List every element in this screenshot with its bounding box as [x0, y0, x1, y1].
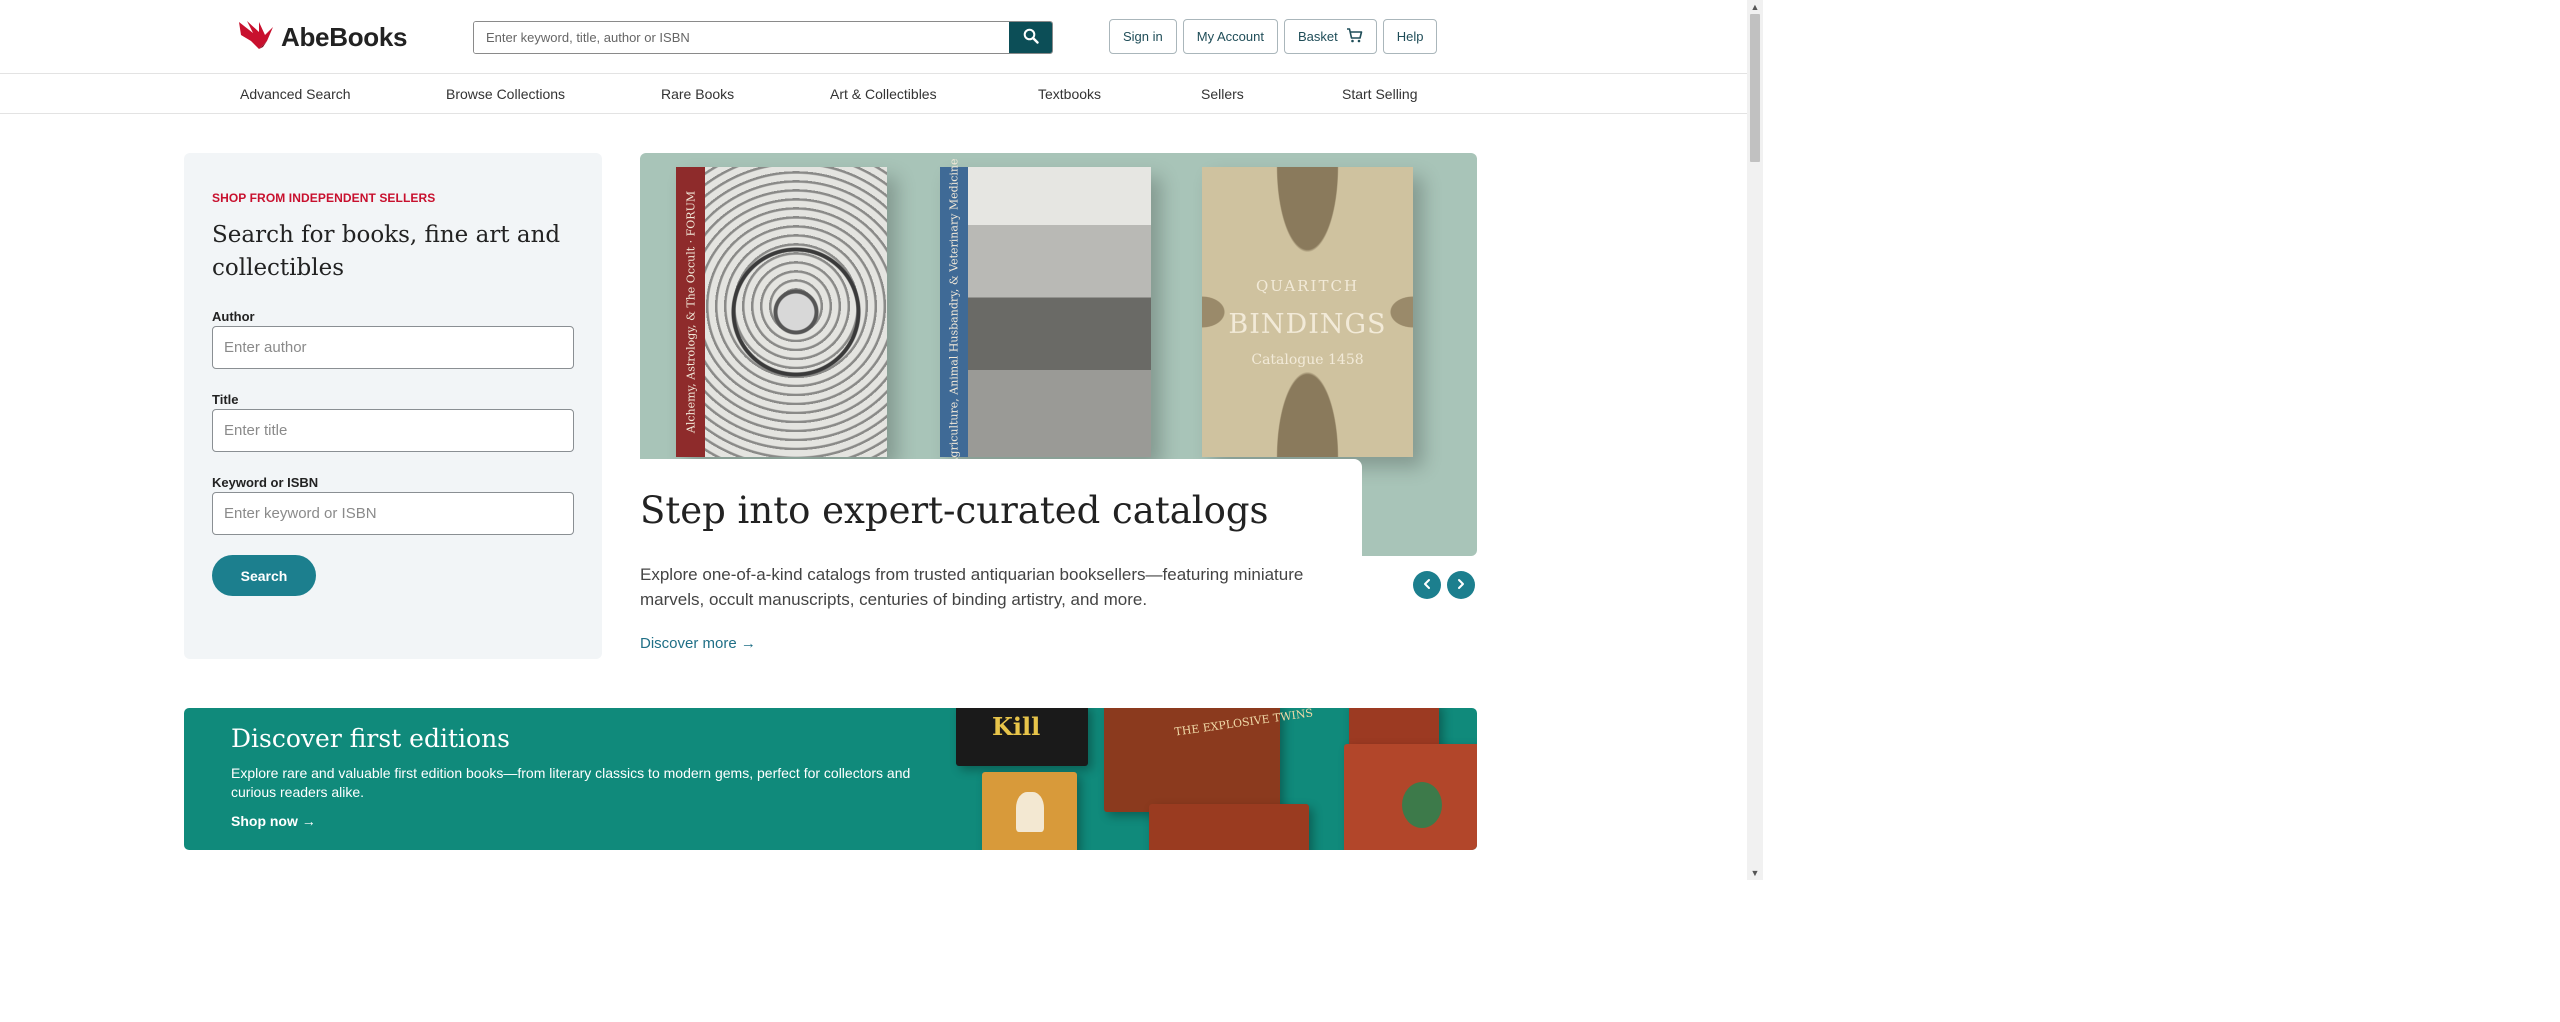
- book-spine-text: Agriculture, Animal Husbandry, & Veterin…: [947, 158, 961, 466]
- nav-browse-collections[interactable]: Browse Collections: [446, 86, 565, 102]
- author-label: Author: [212, 309, 255, 324]
- search-icon: [1023, 28, 1039, 47]
- hero-description: Explore one-of-a-kind catalogs from trus…: [640, 565, 1304, 609]
- nav-start-selling[interactable]: Start Selling: [1342, 86, 1417, 102]
- help-label: Help: [1396, 29, 1424, 44]
- author-field[interactable]: [212, 326, 574, 369]
- abebooks-logo[interactable]: AbeBooks: [237, 17, 407, 57]
- cart-icon: [1346, 27, 1363, 46]
- help-button[interactable]: Help: [1382, 19, 1438, 54]
- book-spine-text: Alchemy, Astrology, & The Occult · FORUM: [684, 190, 697, 434]
- book-spine: Agriculture, Animal Husbandry, & Veterin…: [940, 158, 968, 466]
- banner-title: Discover first editions: [231, 724, 511, 753]
- sign-in-label: Sign in: [1123, 29, 1163, 44]
- bird-logo-icon: [237, 19, 275, 56]
- catalog-book-agriculture: Agriculture, Animal Husbandry, & Veterin…: [940, 158, 1151, 466]
- cover-line: BINDINGS: [1228, 309, 1387, 340]
- cover-line: Catalogue 1458: [1251, 352, 1364, 368]
- nav-rare-books[interactable]: Rare Books: [661, 86, 734, 102]
- title-field[interactable]: [212, 409, 574, 452]
- my-account-button[interactable]: My Account: [1182, 19, 1278, 54]
- main-nav: Advanced Search Browse Collections Rare …: [0, 75, 1747, 114]
- catalog-book-bindings: QUARITCH BINDINGS Catalogue 1458: [1202, 167, 1413, 457]
- carousel-next-button[interactable]: [1447, 571, 1475, 599]
- header-search-button[interactable]: [1009, 22, 1052, 53]
- panel-title: Search for books, fine art and collectib…: [212, 222, 561, 281]
- banner-book-illustrated: [1344, 744, 1477, 850]
- page-scrollbar[interactable]: ▲ ▼: [1747, 0, 1763, 880]
- banner-book-text: Kill: [992, 712, 1041, 741]
- catalog-book-occult: Alchemy, Astrology, & The Occult · FORUM: [676, 167, 887, 457]
- logo-wordmark: AbeBooks: [281, 21, 408, 52]
- banner-book-text: THE EXPLOSIVE TWINS: [1173, 708, 1314, 739]
- nav-art-collectibles[interactable]: Art & Collectibles: [830, 86, 937, 102]
- banner-book-floral: [1149, 804, 1309, 850]
- header-search: [473, 21, 1053, 54]
- keyword-field[interactable]: [212, 492, 574, 535]
- header-search-input[interactable]: [474, 22, 1009, 53]
- basket-label: Basket: [1297, 29, 1338, 44]
- nav-advanced-search[interactable]: Advanced Search: [240, 86, 351, 102]
- nav-textbooks[interactable]: Textbooks: [1038, 86, 1101, 102]
- carousel-prev-button[interactable]: [1413, 571, 1441, 599]
- basket-button[interactable]: Basket: [1283, 19, 1377, 54]
- banner-book-fox: [982, 772, 1077, 850]
- scroll-thumb[interactable]: [1750, 14, 1760, 162]
- first-editions-banner[interactable]: Discover first editions Explore rare and…: [184, 708, 1477, 850]
- cover-line: QUARITCH: [1255, 277, 1360, 295]
- search-panel: SHOP FROM INDEPENDENT SELLERS Search for…: [184, 153, 602, 659]
- book-cover-engraving: [968, 167, 1151, 457]
- title-label: Title: [212, 392, 239, 407]
- account-buttons: Sign in My Account Basket Help: [1109, 19, 1438, 54]
- panel-search-button[interactable]: Search: [212, 555, 316, 596]
- banner-book-twins: THE EXPLOSIVE TWINS: [1104, 708, 1314, 812]
- scroll-down-arrow[interactable]: ▼: [1747, 866, 1763, 880]
- banner-book-kill: Kill: [956, 708, 1088, 766]
- fox-figure: [1016, 792, 1044, 832]
- nav-sellers[interactable]: Sellers: [1201, 86, 1244, 102]
- browser-viewport: AbeBooks Sign in My Account Basket Help: [0, 0, 1763, 880]
- chevron-left-icon: [1421, 578, 1433, 593]
- hero-title: Step into expert-curated catalogs: [640, 489, 1269, 532]
- shop-now-link[interactable]: Shop now →: [231, 813, 316, 829]
- scroll-up-arrow[interactable]: ▲: [1747, 0, 1763, 14]
- panel-eyebrow: SHOP FROM INDEPENDENT SELLERS: [212, 191, 436, 205]
- banner-description: Explore rare and valuable first edition …: [231, 765, 911, 800]
- keyword-label: Keyword or ISBN: [212, 475, 319, 490]
- illustrated-figure: [1402, 782, 1442, 828]
- sign-in-button[interactable]: Sign in: [1109, 19, 1177, 54]
- discover-more-link[interactable]: Discover more →: [640, 635, 756, 652]
- book-spine: Alchemy, Astrology, & The Occult · FORUM: [676, 167, 705, 457]
- site-header: AbeBooks Sign in My Account Basket Help: [0, 0, 1747, 74]
- chevron-right-icon: [1455, 578, 1467, 593]
- book-cover-engraving: [705, 167, 887, 457]
- book-cover-text: QUARITCH BINDINGS Catalogue 1458: [1202, 277, 1413, 368]
- my-account-label: My Account: [1196, 29, 1264, 44]
